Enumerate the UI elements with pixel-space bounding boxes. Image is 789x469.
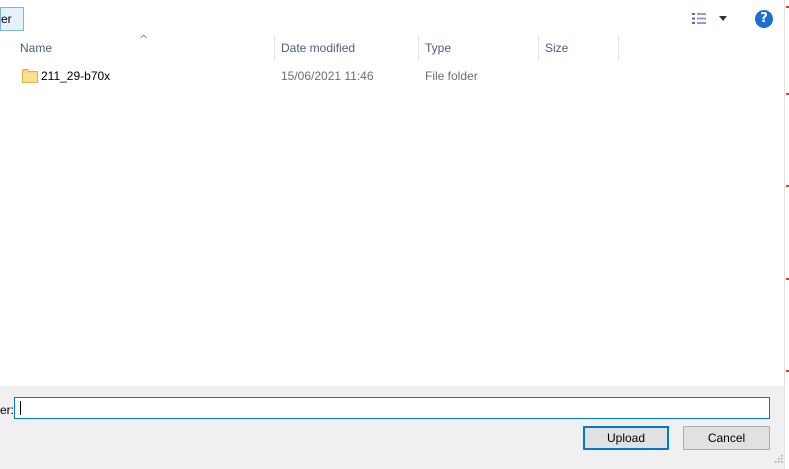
column-size-label: Size — [545, 41, 569, 55]
column-divider[interactable] — [618, 36, 619, 60]
column-type-label: Type — [425, 41, 452, 55]
bottom-panel: er: Upload Cancel — [0, 386, 784, 469]
column-name-label: Name — [20, 41, 53, 55]
help-icon: ? — [760, 11, 768, 26]
file-date-modified: 15/06/2021 11:46 — [281, 69, 374, 83]
filename-label: er: — [0, 403, 15, 417]
details-view-icon — [692, 13, 706, 24]
new-folder-label: er — [1, 12, 12, 26]
resize-grip-icon[interactable] — [773, 453, 783, 463]
folder-icon — [22, 69, 38, 83]
file-list[interactable]: 211_29-b70x 15/06/2021 11:46 File folder — [0, 60, 784, 386]
column-size[interactable]: Size — [539, 36, 618, 60]
new-folder-button[interactable]: er — [0, 7, 24, 31]
file-row[interactable]: 211_29-b70x 15/06/2021 11:46 File folder — [14, 65, 774, 87]
sort-ascending-icon: ^ — [139, 33, 149, 46]
window-edge — [784, 0, 789, 469]
cancel-button-label: Cancel — [707, 431, 746, 445]
column-date-modified-label: Date modified — [281, 41, 356, 55]
view-options-button[interactable] — [688, 9, 730, 29]
help-button[interactable]: ? — [755, 10, 773, 28]
column-type[interactable]: Type — [419, 36, 538, 60]
column-date-modified[interactable]: Date modified — [275, 36, 418, 60]
upload-button-label: Upload — [606, 431, 646, 445]
file-type: File folder — [425, 69, 478, 83]
filename-input[interactable] — [14, 397, 770, 419]
upload-button[interactable]: Upload — [583, 426, 669, 450]
file-name: 211_29-b70x — [41, 69, 111, 83]
toolbar: er ? — [0, 0, 784, 36]
cancel-button[interactable]: Cancel — [683, 426, 770, 450]
chevron-down-icon[interactable] — [719, 16, 727, 21]
file-dialog: er ? Name ^ Date modified Type Size 211_… — [0, 0, 789, 469]
text-caret — [20, 401, 21, 415]
column-header: Name ^ Date modified Type Size — [0, 33, 784, 60]
